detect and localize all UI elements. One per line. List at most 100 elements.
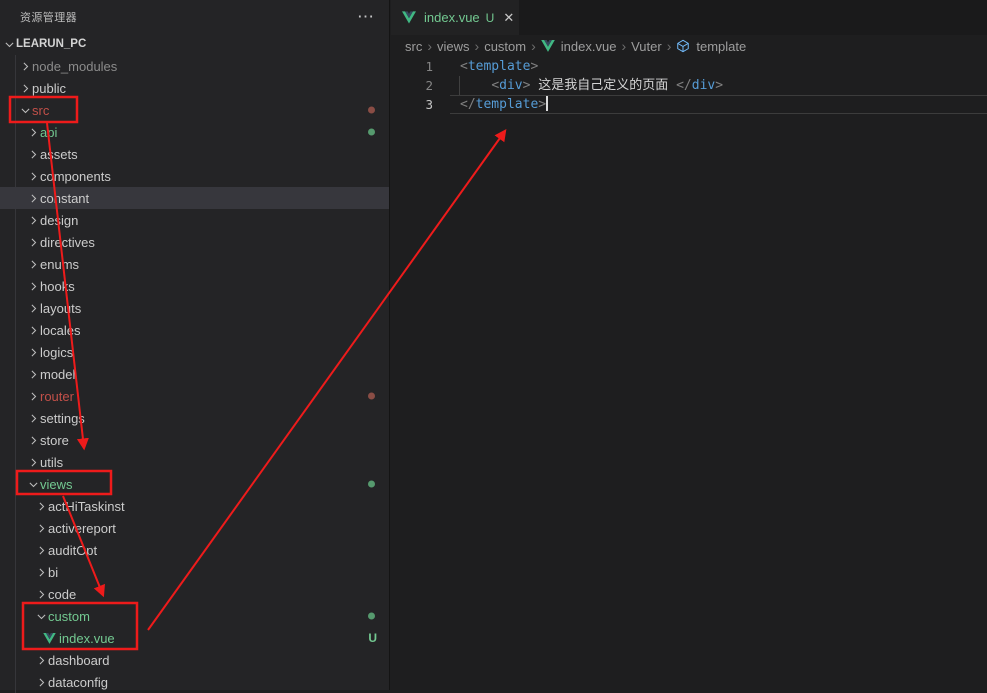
chevron-right-icon[interactable] bbox=[27, 124, 40, 140]
chevron-right-icon[interactable] bbox=[27, 212, 40, 228]
chevron-right-icon[interactable] bbox=[27, 146, 40, 162]
tree-item-views[interactable]: views bbox=[0, 473, 389, 495]
tree-item-label: utils bbox=[40, 455, 63, 470]
chevron-right-icon[interactable] bbox=[27, 432, 40, 448]
more-actions-icon[interactable]: ⋯ bbox=[357, 12, 375, 22]
chevron-right-icon[interactable] bbox=[27, 278, 40, 294]
tree-item-label: settings bbox=[40, 411, 85, 426]
chevron-right-icon[interactable] bbox=[27, 322, 40, 338]
chevron-down-icon[interactable] bbox=[19, 102, 32, 118]
chevron-right-icon[interactable] bbox=[35, 586, 48, 602]
tree-item-design[interactable]: design bbox=[0, 209, 389, 231]
code-line-1[interactable]: 1<template> bbox=[391, 57, 987, 76]
tree-item-hooks[interactable]: hooks bbox=[0, 275, 389, 297]
code-token: template bbox=[468, 59, 531, 74]
tree-item-node_modules[interactable]: node_modules bbox=[0, 55, 389, 77]
breadcrumb-item-index.vue[interactable]: index.vue bbox=[541, 39, 617, 54]
tree-item-assets[interactable]: assets bbox=[0, 143, 389, 165]
tree-item-components[interactable]: components bbox=[0, 165, 389, 187]
chevron-right-icon[interactable] bbox=[27, 366, 40, 382]
tree-item-constant[interactable]: constant bbox=[0, 187, 389, 209]
chevron-right-icon[interactable] bbox=[19, 58, 32, 74]
code-line-2[interactable]: 2 <div> 这是我自己定义的页面 </div> bbox=[391, 76, 987, 95]
tree-item-utils[interactable]: utils bbox=[0, 451, 389, 473]
breadcrumb-label: index.vue bbox=[561, 39, 617, 54]
chevron-right-icon[interactable] bbox=[35, 652, 48, 668]
breadcrumb-item-custom[interactable]: custom bbox=[484, 39, 526, 54]
file-tree: node_modulespublic src api assets components… bbox=[0, 55, 389, 693]
chevron-right-icon[interactable] bbox=[35, 542, 48, 558]
tree-item-label: activereport bbox=[48, 521, 116, 536]
tree-item-enums[interactable]: enums bbox=[0, 253, 389, 275]
tree-item-logics[interactable]: logics bbox=[0, 341, 389, 363]
chevron-separator-icon: › bbox=[531, 38, 536, 54]
tree-item-label: enums bbox=[40, 257, 79, 272]
tree-item-index.vue[interactable]: index.vueU bbox=[0, 627, 389, 649]
chevron-right-icon[interactable] bbox=[35, 564, 48, 580]
chevron-down-icon[interactable] bbox=[35, 608, 48, 624]
chevron-right-icon[interactable] bbox=[27, 190, 40, 206]
tree-item-bi[interactable]: bi bbox=[0, 561, 389, 583]
tree-item-custom[interactable]: custom bbox=[0, 605, 389, 627]
code-token: > bbox=[715, 78, 723, 93]
chevron-right-icon[interactable] bbox=[27, 410, 40, 426]
green-dot-badge bbox=[368, 481, 375, 488]
chevron-right-icon[interactable] bbox=[27, 234, 40, 250]
tree-item-public[interactable]: public bbox=[0, 77, 389, 99]
tree-item-auditOpt[interactable]: auditOpt bbox=[0, 539, 389, 561]
tree-item-label: assets bbox=[40, 147, 78, 162]
chevron-down-icon[interactable] bbox=[3, 36, 16, 52]
tree-item-layouts[interactable]: layouts bbox=[0, 297, 389, 319]
chevron-right-icon[interactable] bbox=[27, 300, 40, 316]
tree-item-activereport[interactable]: activereport bbox=[0, 517, 389, 539]
tree-item-label: store bbox=[40, 433, 69, 448]
tree-item-code[interactable]: code bbox=[0, 583, 389, 605]
code-token: 这是我自己定义的页面 bbox=[530, 78, 676, 93]
tree-item-label: dashboard bbox=[48, 653, 109, 668]
breadcrumb-item-template[interactable]: template bbox=[676, 39, 746, 54]
code-token: div bbox=[499, 78, 522, 93]
tree-item-directives[interactable]: directives bbox=[0, 231, 389, 253]
chevron-right-icon[interactable] bbox=[35, 520, 48, 536]
chevron-separator-icon: › bbox=[427, 38, 432, 54]
tree-item-actHiTaskinst[interactable]: actHiTaskinst bbox=[0, 495, 389, 517]
text-cursor bbox=[546, 96, 548, 111]
breadcrumb-item-src[interactable]: src bbox=[405, 39, 422, 54]
tree-item-api[interactable]: api bbox=[0, 121, 389, 143]
chevron-right-icon[interactable] bbox=[27, 344, 40, 360]
chevron-right-icon[interactable] bbox=[27, 168, 40, 184]
tree-item-store[interactable]: store bbox=[0, 429, 389, 451]
tree-item-router[interactable]: router bbox=[0, 385, 389, 407]
tree-item-settings[interactable]: settings bbox=[0, 407, 389, 429]
chevron-down-icon[interactable] bbox=[27, 476, 40, 492]
chevron-right-icon[interactable] bbox=[27, 256, 40, 272]
tree-item-label: model bbox=[40, 367, 75, 382]
code-editor[interactable]: 1<template>2 <div> 这是我自己定义的页面 </div>3</t… bbox=[391, 57, 987, 114]
tree-item-label: src bbox=[32, 103, 49, 118]
tab-index-vue[interactable]: index.vue U ✕ bbox=[391, 0, 519, 35]
breadcrumb-label: views bbox=[437, 39, 470, 54]
chevron-right-icon[interactable] bbox=[27, 388, 40, 404]
chevron-right-icon[interactable] bbox=[35, 498, 48, 514]
explorer-title: 资源管理器 bbox=[20, 9, 357, 25]
breadcrumb-label: src bbox=[405, 39, 422, 54]
chevron-right-icon[interactable] bbox=[19, 80, 32, 96]
breadcrumb-item-views[interactable]: views bbox=[437, 39, 470, 54]
workspace-root-row[interactable]: LEARUN_PC bbox=[0, 33, 389, 55]
chevron-right-icon[interactable] bbox=[27, 454, 40, 470]
tree-item-label: node_modules bbox=[32, 59, 117, 74]
code-token: < bbox=[460, 59, 468, 74]
line-number: 1 bbox=[391, 57, 450, 76]
tree-item-label: api bbox=[40, 125, 57, 140]
vue-file-icon bbox=[541, 40, 555, 53]
tree-item-label: code bbox=[48, 587, 76, 602]
breadcrumb-item-Vuter[interactable]: Vuter bbox=[631, 39, 662, 54]
tree-item-label: router bbox=[40, 389, 74, 404]
tree-item-dashboard[interactable]: dashboard bbox=[0, 649, 389, 671]
tree-item-model[interactable]: model bbox=[0, 363, 389, 385]
close-icon[interactable]: ✕ bbox=[503, 10, 514, 26]
tree-item-locales[interactable]: locales bbox=[0, 319, 389, 341]
code-line-3[interactable]: 3</template> bbox=[391, 95, 987, 114]
chevron-right-icon[interactable] bbox=[35, 674, 48, 690]
tree-item-src[interactable]: src bbox=[0, 99, 389, 121]
